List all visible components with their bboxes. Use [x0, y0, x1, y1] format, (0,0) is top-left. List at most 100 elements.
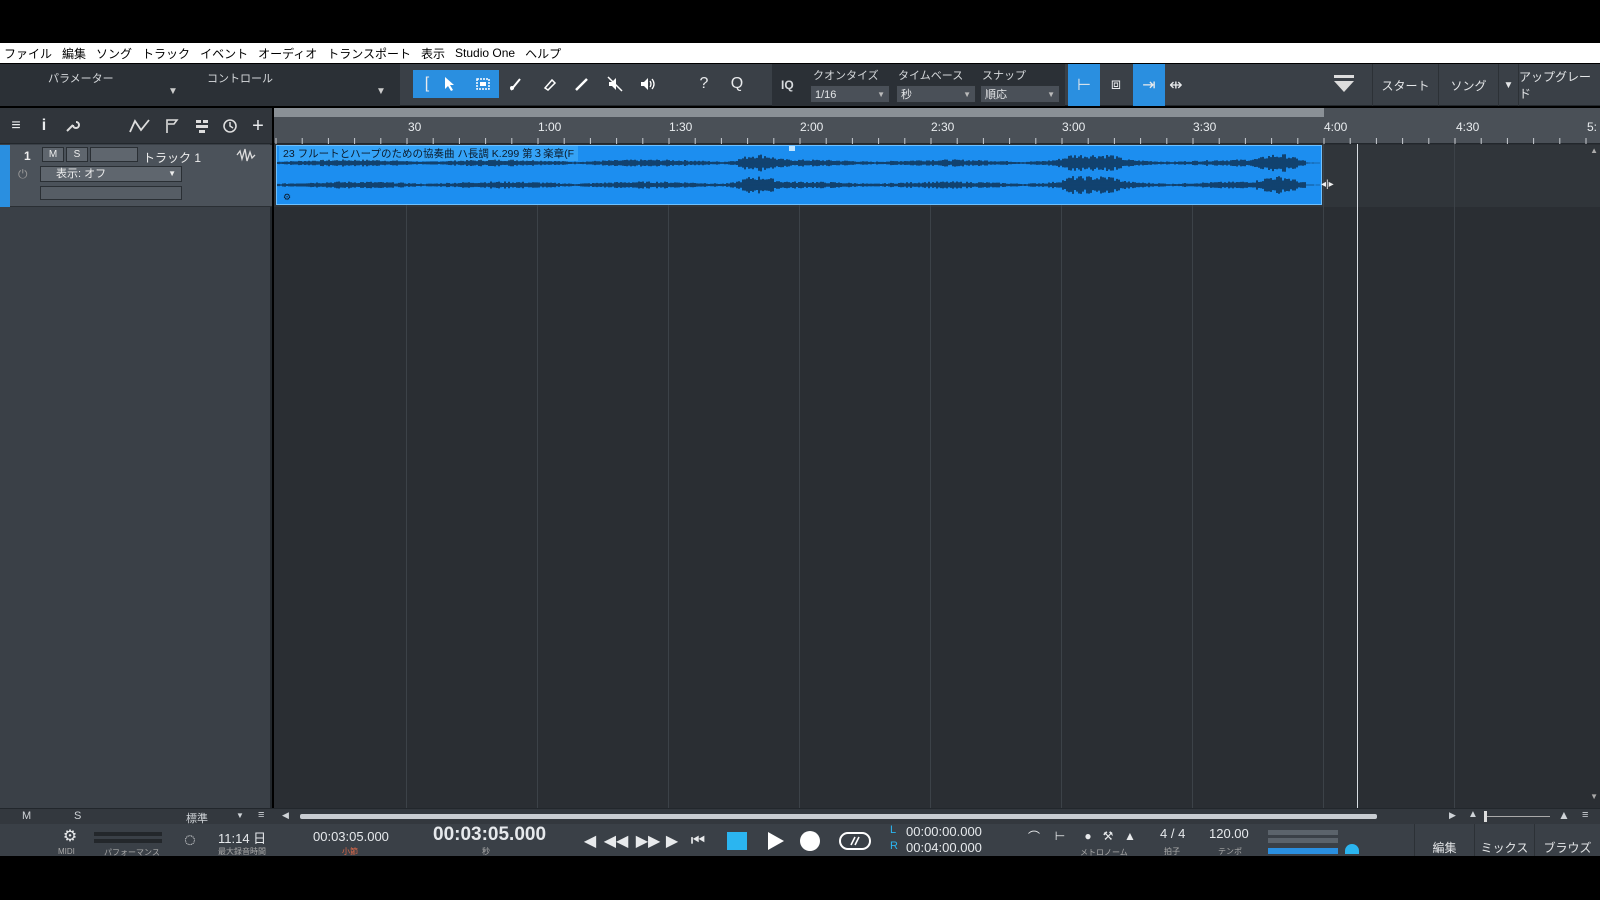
metronome-icon[interactable]: ▲ — [1118, 824, 1142, 848]
search-q-icon[interactable]: Q — [723, 70, 751, 98]
add-track-icon[interactable]: + — [246, 114, 270, 138]
ruler-label: 3:30 — [1193, 120, 1217, 134]
timebase-select[interactable]: 秒 ▼ — [896, 85, 976, 103]
audio-event[interactable]: 23 フルートとハープのための協奏曲 ハ長調 K.299 第３楽章(F ⚙ — [276, 145, 1322, 205]
menu-track[interactable]: トラック — [142, 45, 190, 62]
precount-icon[interactable]: ⌒ — [1022, 824, 1046, 848]
scroll-down-icon[interactable]: ▼ — [1590, 792, 1598, 801]
parameter-control-area: パラメーター コントロール ▼ ▼ — [0, 64, 400, 106]
help-icon[interactable]: ? — [690, 70, 718, 98]
menu-edit[interactable]: 編集 — [62, 45, 86, 62]
punch-icon[interactable]: ⊢ — [1048, 824, 1072, 848]
scroll-left-icon[interactable]: ◀ — [282, 810, 289, 821]
mute-tool-icon[interactable] — [601, 70, 629, 98]
snap-select[interactable]: 順応 ▼ — [980, 85, 1060, 103]
menu-file[interactable]: ファイル — [4, 45, 52, 62]
stop-icon[interactable] — [725, 829, 749, 853]
output-knob-icon[interactable] — [1345, 844, 1359, 854]
iq-label[interactable]: IQ — [781, 78, 794, 92]
song-dropdown-icon[interactable]: ▼ — [1498, 64, 1518, 106]
loop-left-time[interactable]: 00:00:00.000 — [906, 824, 982, 839]
listen-tool-icon[interactable] — [634, 70, 662, 98]
snap-to-event-icon[interactable]: ⧈ — [1100, 64, 1132, 106]
record-icon[interactable] — [798, 829, 822, 853]
menu-view[interactable]: 表示 — [421, 45, 445, 62]
tab-mix[interactable]: ミックス — [1474, 824, 1534, 856]
menu-icon[interactable]: ≡ — [4, 114, 28, 138]
cursor-follows-icon[interactable]: ⇹ — [1163, 64, 1189, 106]
track-mute-button[interactable]: M — [42, 147, 64, 162]
upgrade-button[interactable]: アップグレード — [1518, 64, 1600, 106]
play-icon[interactable] — [763, 829, 787, 853]
dropdown-arrow-icon[interactable] — [1330, 70, 1358, 98]
tab-browse[interactable]: ブラウズ — [1534, 824, 1600, 856]
next-marker-icon[interactable]: ▶ — [660, 829, 684, 853]
track-row[interactable]: 1 M S トラック 1 ⏻ 表示: オフ ▼ — [0, 145, 272, 207]
zoom-out-icon[interactable]: ▲ — [1468, 809, 1478, 820]
event-settings-icon[interactable]: ⚙ — [283, 192, 291, 203]
quantize-label: クオンタイズ — [813, 70, 879, 82]
horizontal-scrollbar[interactable] — [300, 814, 1377, 819]
track-solo-button[interactable]: S — [66, 147, 88, 162]
scroll-up-icon[interactable]: ▲ — [1590, 146, 1598, 155]
chevron-down-icon[interactable]: ▼ — [236, 811, 244, 820]
list-icon[interactable]: ≡ — [1582, 809, 1588, 821]
loop-range-bar[interactable] — [274, 108, 1324, 117]
automation-icon[interactable] — [128, 114, 152, 138]
menu-transport[interactable]: トランスポート — [327, 45, 411, 62]
event-resize-handle-icon[interactable]: ◂|▸ — [1321, 179, 1334, 190]
start-button[interactable]: スタート — [1372, 64, 1438, 106]
position-primary[interactable]: 00:03:05.000 — [433, 824, 546, 846]
playhead[interactable] — [1357, 144, 1358, 808]
tab-edit[interactable]: 編集 — [1414, 824, 1474, 856]
time-signature[interactable]: 4 / 4 — [1160, 826, 1185, 841]
paint-tool-icon[interactable] — [568, 70, 596, 98]
rewind-icon[interactable]: ◀◀ — [604, 829, 629, 853]
arrow-tool-icon[interactable] — [436, 70, 464, 98]
automation-lane-field[interactable] — [40, 186, 182, 200]
automation-display-select[interactable]: 表示: オフ ▼ — [40, 166, 182, 182]
arranger-icon[interactable] — [190, 114, 214, 138]
loop-right-time[interactable]: 00:04:00.000 — [906, 840, 982, 855]
split-tool-icon[interactable] — [502, 70, 530, 98]
control-dropdown-icon[interactable]: ▼ — [376, 86, 386, 97]
tempo-value[interactable]: 120.00 — [1209, 826, 1249, 841]
menu-audio[interactable]: オーディオ — [258, 45, 317, 62]
global-mute-button[interactable]: M — [22, 810, 31, 822]
tempo-clock-icon[interactable] — [218, 114, 242, 138]
metronome-settings-icon[interactable]: ⚒ — [1096, 824, 1120, 848]
eraser-tool-icon[interactable] — [535, 70, 563, 98]
scroll-right-icon[interactable]: ▶ — [1449, 810, 1456, 821]
zoom-in-icon[interactable]: ▲ — [1558, 808, 1570, 822]
return-to-start-icon[interactable]: ◀ — [578, 829, 602, 853]
menu-help[interactable]: ヘルプ — [525, 45, 561, 62]
midi-monitor-icon[interactable]: ⚙ — [58, 824, 82, 848]
menu-event[interactable]: イベント — [200, 45, 248, 62]
go-to-start-icon[interactable]: ⏮ — [686, 829, 710, 853]
list-icon[interactable]: ≡ — [258, 809, 264, 821]
track-record-area[interactable] — [90, 147, 138, 162]
song-button[interactable]: ソング — [1438, 64, 1498, 106]
menu-studio-one[interactable]: Studio One — [455, 46, 515, 60]
zoom-slider-thumb[interactable] — [1484, 811, 1487, 822]
arrange-view[interactable]: 30 1:00 1:30 2:00 2:30 3:00 3:30 4:00 4:… — [274, 108, 1600, 808]
global-solo-button[interactable]: S — [74, 810, 81, 822]
marker-icon[interactable] — [160, 114, 184, 138]
menu-song[interactable]: ソング — [96, 45, 132, 62]
range-tool-icon[interactable] — [469, 70, 497, 98]
parameter-dropdown-icon[interactable]: ▼ — [168, 86, 178, 97]
fast-forward-icon[interactable]: ▶▶ — [636, 829, 661, 853]
loop-icon[interactable] — [838, 829, 872, 853]
snap-to-grid-icon[interactable]: ⊢ — [1068, 64, 1100, 106]
waveform-icon[interactable] — [236, 148, 256, 167]
track-name[interactable]: トラック 1 — [143, 149, 201, 166]
fade-handle-top[interactable] — [789, 146, 795, 151]
power-icon[interactable]: ⏻ — [18, 167, 28, 182]
autoscroll-icon[interactable]: ⇥ — [1133, 64, 1165, 106]
position-secondary[interactable]: 00:03:05.000 — [313, 829, 389, 844]
wrench-icon[interactable] — [60, 114, 84, 138]
zoom-slider[interactable] — [1484, 816, 1550, 817]
info-icon[interactable]: i — [32, 114, 56, 138]
timeline-ruler[interactable]: 30 1:00 1:30 2:00 2:30 3:00 3:30 4:00 4:… — [274, 108, 1600, 144]
quantize-select[interactable]: 1/16 ▼ — [810, 85, 890, 103]
